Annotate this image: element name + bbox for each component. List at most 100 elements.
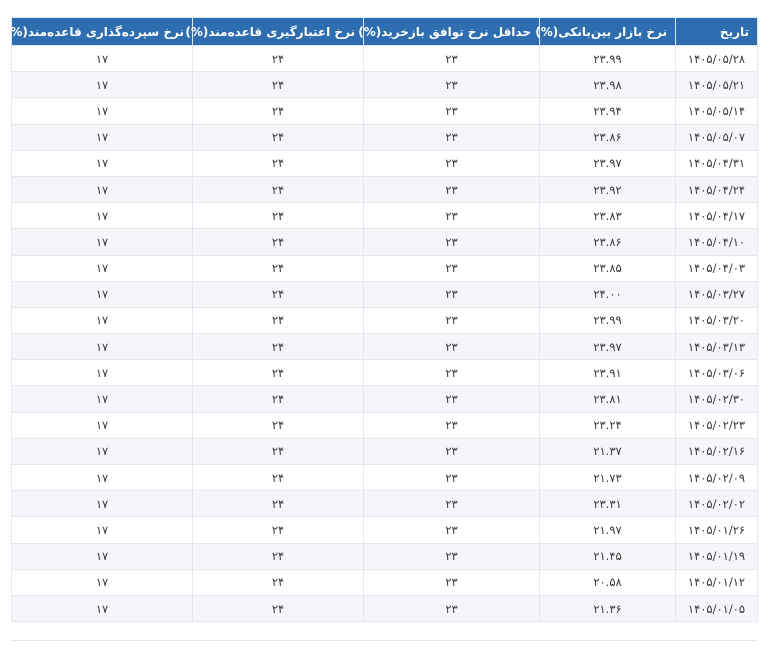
table-row: ۱۴۰۵/۰۱/۱۲ ۲۰.۵۸ ۲۳ ۲۴ ۱۷ [11,568,758,596]
table-row: ۱۴۰۵/۰۴/۱۷ ۲۳.۸۳ ۲۳ ۲۴ ۱۷ [11,202,758,230]
cell-date: ۱۴۰۵/۰۲/۲۳ [675,411,758,439]
cell-deposit-rate: ۱۷ [11,71,193,99]
cell-date: ۱۴۰۵/۰۱/۰۵ [675,594,758,623]
cell-deposit-rate: ۱۷ [11,97,193,125]
cell-credit-rate: ۲۴ [192,254,364,282]
divider [11,640,757,641]
cell-deposit-rate: ۱۷ [11,228,193,256]
cell-credit-rate: ۲۴ [192,359,364,387]
cell-repo-min-rate: ۲۳ [363,44,540,73]
cell-repo-min-rate: ۲۳ [363,463,540,492]
cell-date: ۱۴۰۵/۰۲/۳۰ [675,385,758,413]
cell-deposit-rate: ۱۷ [11,306,193,335]
cell-repo-min-rate: ۲۳ [363,123,540,151]
table-row: ۱۴۰۵/۰۴/۲۴ ۲۳.۹۲ ۲۳ ۲۴ ۱۷ [11,175,758,204]
cell-repo-min-rate: ۲۳ [363,175,540,204]
cell-deposit-rate: ۱۷ [11,516,193,544]
header-date: تاریخ [675,17,758,46]
cell-date: ۱۴۰۵/۰۲/۰۲ [675,490,758,518]
cell-deposit-rate: ۱۷ [11,542,193,570]
cell-repo-min-rate: ۲۳ [363,411,540,439]
cell-date: ۱۴۰۵/۰۵/۰۷ [675,123,758,151]
cell-deposit-rate: ۱۷ [11,254,193,282]
cell-credit-rate: ۲۴ [192,280,364,308]
cell-interbank-rate: ۲۳.۸۶ [539,228,676,256]
cell-repo-min-rate: ۲۳ [363,333,540,361]
cell-repo-min-rate: ۲۳ [363,516,540,544]
cell-deposit-rate: ۱۷ [11,202,193,230]
cell-credit-rate: ۲۴ [192,542,364,570]
table-row: ۱۴۰۵/۰۲/۲۳ ۲۳.۲۴ ۲۳ ۲۴ ۱۷ [11,411,758,439]
cell-credit-rate: ۲۴ [192,202,364,230]
table-row: ۱۴۰۵/۰۴/۳۱ ۲۳.۹۷ ۲۳ ۲۴ ۱۷ [11,149,758,177]
cell-credit-rate: ۲۴ [192,149,364,177]
cell-credit-rate: ۲۴ [192,306,364,335]
cell-deposit-rate: ۱۷ [11,568,193,596]
cell-date: ۱۴۰۵/۰۴/۱۰ [675,228,758,256]
cell-date: ۱۴۰۵/۰۵/۱۴ [675,97,758,125]
page: تاریخ نرخ بازار بین‌بانکی(%) حداقل نرخ ت… [0,0,771,652]
cell-interbank-rate: ۲۳.۹۲ [539,175,676,204]
cell-repo-min-rate: ۲۳ [363,542,540,570]
table-row: ۱۴۰۵/۰۵/۲۸ ۲۳.۹۹ ۲۳ ۲۴ ۱۷ [11,44,758,73]
cell-date: ۱۴۰۵/۰۴/۳۱ [675,149,758,177]
cell-repo-min-rate: ۲۳ [363,97,540,125]
header-interbank-rate: نرخ بازار بین‌بانکی(%) [535,17,676,46]
cell-repo-min-rate: ۲۳ [363,149,540,177]
cell-deposit-rate: ۱۷ [11,463,193,492]
cell-interbank-rate: ۲۳.۹۹ [539,306,676,335]
cell-interbank-rate: ۲۳.۸۳ [539,202,676,230]
table-row: ۱۴۰۵/۰۵/۱۴ ۲۳.۹۴ ۲۳ ۲۴ ۱۷ [11,97,758,125]
cell-interbank-rate: ۲۱.۳۶ [539,594,676,623]
table-row: ۱۴۰۵/۰۳/۲۰ ۲۳.۹۹ ۲۳ ۲۴ ۱۷ [11,306,758,335]
cell-interbank-rate: ۲۱.۹۷ [539,516,676,544]
table-row: ۱۴۰۵/۰۲/۰۲ ۲۳.۳۱ ۲۳ ۲۴ ۱۷ [11,490,758,518]
cell-repo-min-rate: ۲۳ [363,385,540,413]
cell-date: ۱۴۰۵/۰۴/۱۷ [675,202,758,230]
cell-repo-min-rate: ۲۳ [363,437,540,466]
cell-credit-rate: ۲۴ [192,71,364,99]
cell-repo-min-rate: ۲۳ [363,359,540,387]
cell-interbank-rate: ۲۳.۸۵ [539,254,676,282]
table-row: ۱۴۰۵/۰۱/۱۹ ۲۱.۴۵ ۲۳ ۲۴ ۱۷ [11,542,758,570]
cell-interbank-rate: ۲۳.۹۴ [539,97,676,125]
cell-interbank-rate: ۲۳.۹۹ [539,44,676,73]
cell-interbank-rate: ۲۰.۵۸ [539,568,676,596]
cell-interbank-rate: ۲۳.۳۱ [539,490,676,518]
table-row: ۱۴۰۵/۰۳/۲۷ ۲۴.۰۰ ۲۳ ۲۴ ۱۷ [11,280,758,308]
table-row: ۱۴۰۵/۰۲/۳۰ ۲۳.۸۱ ۲۳ ۲۴ ۱۷ [11,385,758,413]
header-credit-rate: نرخ اعتبارگیری قاعده‌مند(%) [185,17,364,46]
cell-interbank-rate: ۲۱.۷۳ [539,463,676,492]
cell-date: ۱۴۰۵/۰۱/۱۲ [675,568,758,596]
cell-repo-min-rate: ۲۳ [363,280,540,308]
cell-date: ۱۴۰۵/۰۳/۱۳ [675,333,758,361]
rates-table: تاریخ نرخ بازار بین‌بانکی(%) حداقل نرخ ت… [5,17,758,623]
cell-repo-min-rate: ۲۳ [363,254,540,282]
cell-date: ۱۴۰۵/۰۲/۰۹ [675,463,758,492]
cell-interbank-rate: ۲۱.۳۷ [539,437,676,466]
cell-repo-min-rate: ۲۳ [363,490,540,518]
cell-credit-rate: ۲۴ [192,123,364,151]
cell-interbank-rate: ۲۳.۸۱ [539,385,676,413]
cell-date: ۱۴۰۵/۰۵/۲۸ [675,44,758,73]
cell-interbank-rate: ۲۳.۸۶ [539,123,676,151]
cell-deposit-rate: ۱۷ [11,490,193,518]
cell-credit-rate: ۲۴ [192,411,364,439]
cell-credit-rate: ۲۴ [192,463,364,492]
cell-date: ۱۴۰۵/۰۴/۰۳ [675,254,758,282]
cell-deposit-rate: ۱۷ [11,149,193,177]
cell-credit-rate: ۲۴ [192,594,364,623]
cell-deposit-rate: ۱۷ [11,359,193,387]
table-row: ۱۴۰۵/۰۲/۱۶ ۲۱.۳۷ ۲۳ ۲۴ ۱۷ [11,437,758,466]
cell-deposit-rate: ۱۷ [11,594,193,623]
cell-interbank-rate: ۲۳.۹۷ [539,333,676,361]
cell-credit-rate: ۲۴ [192,437,364,466]
cell-interbank-rate: ۲۳.۹۱ [539,359,676,387]
cell-interbank-rate: ۲۴.۰۰ [539,280,676,308]
cell-deposit-rate: ۱۷ [11,280,193,308]
cell-credit-rate: ۲۴ [192,228,364,256]
header-repo-min-rate: حداقل نرخ توافق بازخرید(%) [358,17,540,46]
cell-credit-rate: ۲۴ [192,490,364,518]
cell-date: ۱۴۰۵/۰۵/۲۱ [675,71,758,99]
cell-deposit-rate: ۱۷ [11,411,193,439]
